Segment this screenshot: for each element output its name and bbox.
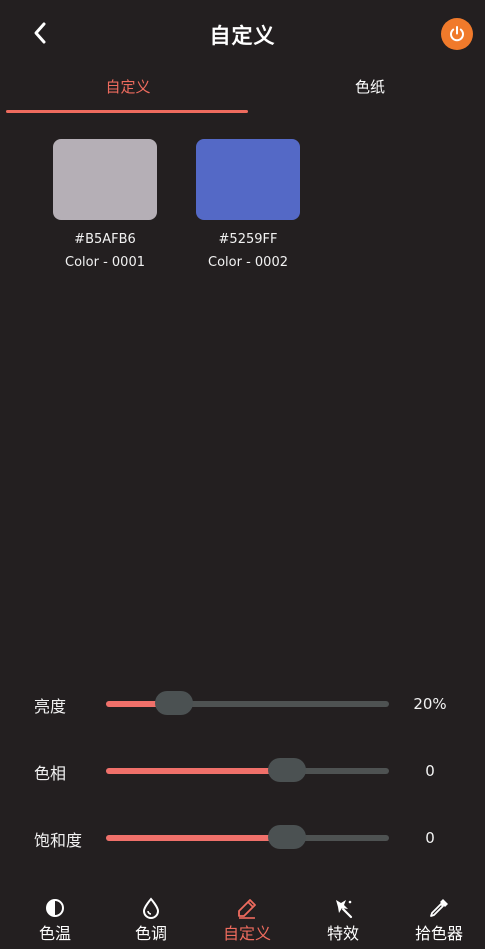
- nav-label: 特效: [326, 924, 359, 943]
- power-icon: [450, 26, 464, 42]
- page-title: 自定义: [209, 24, 276, 48]
- swatch-hex-label: #5259FF: [218, 232, 278, 247]
- half-circle-icon: [46, 899, 64, 917]
- nav-item-tone[interactable]: 色调: [111, 897, 191, 944]
- slider-fill: [106, 768, 287, 774]
- droplet-icon: [142, 897, 160, 919]
- nav-item-custom[interactable]: 自定义: [207, 897, 287, 944]
- saturation-label: 饱和度: [34, 831, 83, 850]
- nav-label: 拾色器: [414, 924, 463, 943]
- pen-icon: [238, 899, 256, 919]
- magic-wand-icon: [336, 900, 353, 919]
- slider-thumb[interactable]: [155, 691, 193, 715]
- nav-item-color-temperature[interactable]: 色温: [15, 897, 95, 944]
- active-tab-indicator: [6, 110, 248, 113]
- hue-value: 0: [425, 762, 435, 780]
- nav-label: 色调: [134, 924, 167, 943]
- brightness-slider[interactable]: [106, 691, 389, 715]
- nav-item-color-picker[interactable]: 拾色器: [399, 897, 479, 944]
- tab-color-paper[interactable]: 色纸: [290, 76, 450, 97]
- header: 自定义: [0, 0, 485, 70]
- saturation-value: 0: [425, 829, 435, 847]
- bottom-nav: 色温 色调 自定义 特效 拾色器: [0, 895, 485, 949]
- hue-label: 色相: [34, 764, 67, 783]
- saturation-slider[interactable]: [106, 825, 389, 849]
- color-swatch[interactable]: [53, 139, 157, 220]
- slider-thumb[interactable]: [268, 758, 306, 782]
- swatch-name-label: Color - 0001: [65, 255, 145, 270]
- nav-label: 自定义: [222, 924, 271, 943]
- power-button[interactable]: [441, 18, 473, 50]
- slider-thumb[interactable]: [268, 825, 306, 849]
- nav-label: 色温: [38, 924, 71, 943]
- brightness-label: 亮度: [34, 697, 67, 716]
- eyedropper-icon: [430, 899, 448, 917]
- nav-item-effects[interactable]: 特效: [303, 897, 383, 944]
- slider-fill: [106, 835, 287, 841]
- color-swatch[interactable]: [196, 139, 300, 220]
- swatch-name-label: Color - 0002: [208, 255, 288, 270]
- tab-bar: 自定义 色纸: [0, 70, 485, 116]
- swatch-hex-label: #B5AFB6: [74, 232, 136, 247]
- hue-slider[interactable]: [106, 758, 389, 782]
- brightness-value: 20%: [413, 695, 447, 713]
- tab-custom[interactable]: 自定义: [48, 76, 208, 97]
